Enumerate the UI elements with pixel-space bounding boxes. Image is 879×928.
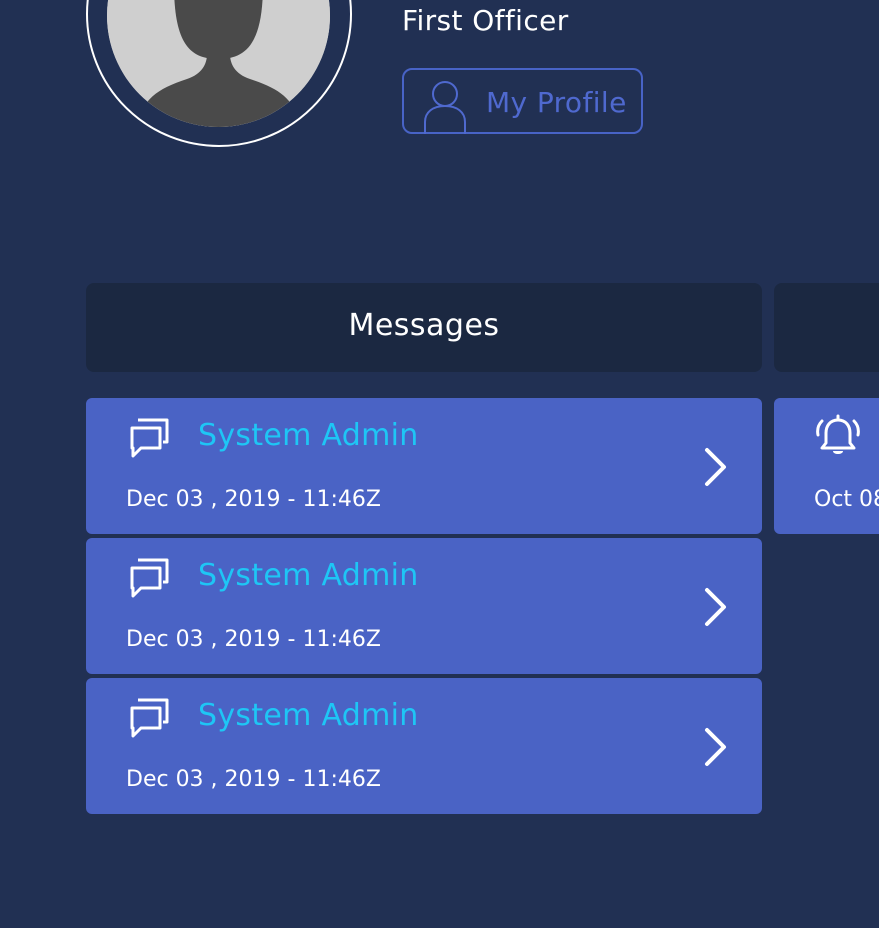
alert-card[interactable]: Oct 08: [774, 398, 879, 534]
my-profile-label: My Profile: [486, 86, 627, 119]
message-sender: System Admin: [198, 698, 419, 733]
chevron-right-icon: [700, 586, 730, 628]
chat-bubbles-icon: [129, 556, 171, 598]
ringing-bell-icon: [815, 414, 861, 460]
message-card[interactable]: System Admin Dec 03 , 2019 - 11:46Z: [86, 538, 762, 674]
my-profile-button[interactable]: My Profile: [402, 68, 643, 134]
person-outline-icon: [423, 78, 467, 134]
alert-timestamp: Oct 08: [814, 487, 879, 512]
tab-messages-label: Messages: [348, 308, 500, 343]
message-timestamp: Dec 03 , 2019 - 11:46Z: [126, 487, 381, 512]
chat-bubbles-icon: [129, 696, 171, 738]
message-card[interactable]: System Admin Dec 03 , 2019 - 11:46Z: [86, 398, 762, 534]
chevron-right-icon: [700, 726, 730, 768]
message-timestamp: Dec 03 , 2019 - 11:46Z: [126, 627, 381, 652]
message-timestamp: Dec 03 , 2019 - 11:46Z: [126, 767, 381, 792]
message-card[interactable]: System Admin Dec 03 , 2019 - 11:46Z: [86, 678, 762, 814]
rank-title: First Officer: [402, 4, 569, 37]
tab-messages[interactable]: Messages: [86, 283, 762, 372]
message-sender: System Admin: [198, 558, 419, 593]
chevron-right-icon: [700, 446, 730, 488]
tab-alerts[interactable]: [774, 283, 879, 372]
message-sender: System Admin: [198, 418, 419, 453]
chat-bubbles-icon: [129, 416, 171, 458]
